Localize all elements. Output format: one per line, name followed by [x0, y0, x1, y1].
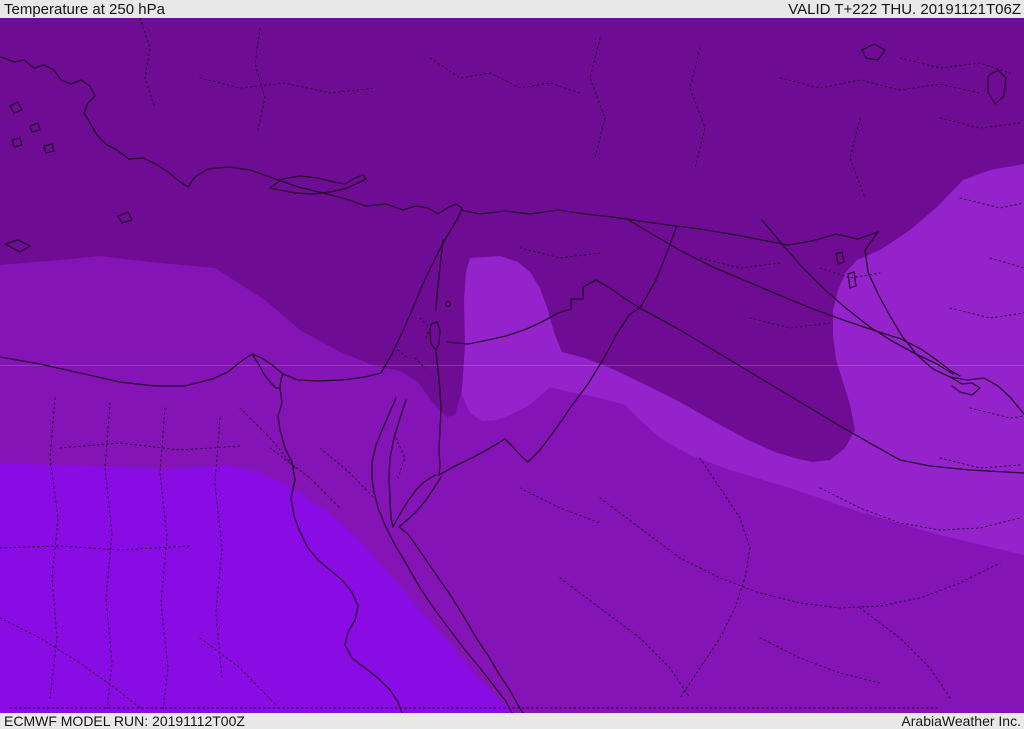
- latitude-gridline: [0, 365, 1024, 366]
- header-bar: Temperature at 250 hPa VALID T+222 THU. …: [0, 0, 1024, 18]
- provider-label: ArabiaWeather Inc.: [901, 713, 1021, 729]
- footer-bar: ECMWF MODEL RUN: 20191112T00Z ArabiaWeat…: [0, 713, 1024, 729]
- valid-time-label: VALID T+222 THU. 20191121T06Z: [788, 0, 1021, 18]
- page-title: Temperature at 250 hPa: [4, 0, 165, 18]
- weather-map-screenshot: { "header": { "title": "Temperature at 2…: [0, 0, 1024, 729]
- map-canvas: [0, 18, 1024, 713]
- model-run-label: ECMWF MODEL RUN: 20191112T00Z: [4, 713, 245, 729]
